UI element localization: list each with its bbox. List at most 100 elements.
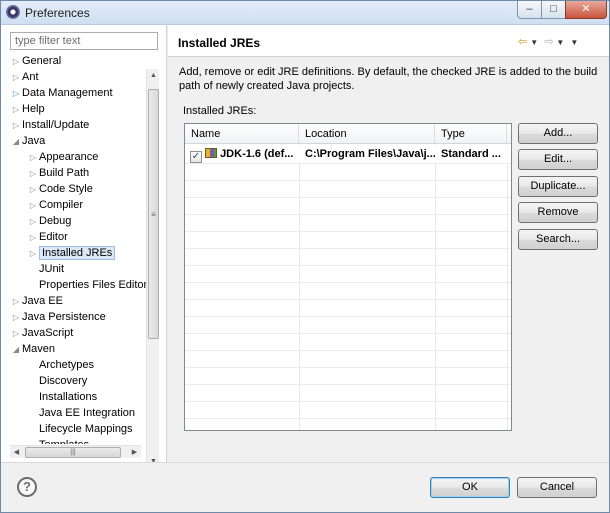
history-navigation: ⇦ ▼ ⇨ ▼ ▼ [518,35,581,48]
tree-horizontal-scrollbar[interactable]: ◀ ||| ▶ [10,445,141,458]
tree-vertical-scrollbar[interactable]: ▲ ≡ ▼ [146,69,159,469]
scroll-thumb-horizontal[interactable]: ||| [25,447,121,458]
column-divider [299,144,300,430]
tree-item[interactable]: ▷ Editor [27,229,68,245]
minimize-button[interactable]: – [517,1,542,19]
left-navigation-panel: ▷General▷Ant▷Data Management▷Help▷Instal… [1,25,167,469]
title-bar[interactable]: Preferences – □ ✕ [1,1,609,25]
tree-item[interactable]: ▷ Installed JREs [27,245,116,262]
expand-toggle-icon[interactable]: ◢ [10,342,22,358]
tree-item[interactable]: JUnit [27,261,64,277]
row-gridline [185,180,511,181]
jre-library-icon [205,148,217,158]
tree-item[interactable]: Properties Files Editor [27,277,146,293]
search-button[interactable]: Search... [518,229,598,250]
row-gridline [185,418,511,419]
scroll-up-icon[interactable]: ▲ [147,69,160,83]
eclipse-icon [6,5,20,19]
tree-item[interactable]: ◢ Maven [10,341,55,357]
expand-toggle-icon[interactable]: ▷ [10,54,22,70]
expand-toggle-icon[interactable]: ▷ [10,102,22,118]
expand-toggle-icon[interactable]: ▷ [27,182,39,198]
tree-item[interactable]: Discovery [27,373,87,389]
tree-item[interactable]: ▷ Java EE [10,293,63,309]
tree-item-label: Data Management [22,87,113,99]
tree-item-label: Appearance [39,151,99,163]
expand-toggle-icon[interactable]: ▷ [27,198,39,214]
tree-item-label: Java EE [22,295,63,307]
page-description: Add, remove or edit JRE definitions. By … [179,66,598,92]
expand-toggle-icon[interactable]: ▷ [10,310,22,326]
expand-toggle-icon[interactable]: ◢ [10,134,22,150]
expand-toggle-icon[interactable]: ▷ [10,326,22,342]
tree-item-label: Editor [39,231,68,243]
expand-toggle-icon[interactable]: ▷ [10,86,22,102]
jre-name: JDK-1.6 (def... [220,148,294,160]
forward-dropdown-icon[interactable]: ▼ [556,38,564,47]
scroll-left-icon[interactable]: ◀ [10,446,23,459]
tree-item[interactable]: ▷ Install/Update [10,117,89,133]
duplicate-button[interactable]: Duplicate... [518,176,598,197]
remove-button[interactable]: Remove [518,202,598,223]
tree-item-label: Java [22,135,46,147]
filter-input[interactable] [10,32,158,50]
maximize-button[interactable]: □ [541,1,566,19]
tree-item[interactable]: ▷ JavaScript [10,325,73,341]
expand-toggle-icon[interactable]: ▷ [27,246,39,262]
tree-item[interactable]: Lifecycle Mappings [27,421,133,437]
column-header-name[interactable]: Name [185,124,299,144]
window-title: Preferences [25,6,90,20]
tree-item[interactable]: ▷ Debug [27,213,72,230]
row-gridline [185,163,511,164]
tree-item[interactable]: ▷ Compiler [27,197,83,213]
row-gridline [185,350,511,351]
tree-item[interactable]: Java EE Integration [27,405,135,421]
back-arrow-icon[interactable]: ⇦ [518,36,527,48]
add-button[interactable]: Add... [518,123,598,144]
tree-item[interactable]: ▷ Appearance [27,149,98,165]
ok-button[interactable]: OK [430,477,510,498]
expand-toggle-icon[interactable]: ▷ [27,166,39,182]
forward-arrow-icon[interactable]: ⇨ [544,36,553,48]
expand-toggle-icon[interactable]: ▷ [27,230,39,246]
tree-item[interactable]: Templates [27,437,89,444]
tree-item[interactable]: ▷ Data Management [10,85,113,101]
tree-item[interactable]: ▷ Java Persistence [10,309,106,325]
table-row[interactable]: ✓ JDK-1.6 (def... C:\Program Files\Java\… [185,145,511,163]
expand-toggle-icon[interactable]: ▷ [10,118,22,134]
help-icon[interactable]: ? [17,477,37,497]
tree-item-label: JavaScript [22,327,74,339]
table-header: Name Location Type [185,124,511,144]
tree-item-label: Properties Files Editor [39,279,146,291]
column-header-type[interactable]: Type [435,124,507,144]
cell-name: ✓ JDK-1.6 (def... [185,145,299,163]
expand-toggle-icon[interactable]: ▷ [27,150,39,166]
row-gridline [185,299,511,300]
page-title: Installed JREs [178,36,261,50]
edit-button[interactable]: Edit... [518,149,598,170]
tree-item[interactable]: ▷ Build Path [27,165,89,181]
expand-toggle-icon[interactable]: ▷ [10,294,22,310]
tree-item[interactable]: Installations [27,389,97,405]
tree-item-label: Code Style [39,183,93,195]
tree-item[interactable]: ▷ Code Style [27,181,93,197]
scroll-thumb[interactable]: ≡ [148,89,159,339]
view-menu-icon[interactable]: ▼ [570,38,578,47]
tree-item-label: Lifecycle Mappings [39,423,133,435]
expand-toggle-icon[interactable]: ▷ [10,70,22,86]
tree-item-label: Installations [39,391,98,403]
tree-item[interactable]: ◢ Java [10,133,45,149]
tree-item[interactable]: ▷ Help [10,101,45,117]
back-dropdown-icon[interactable]: ▼ [530,38,538,47]
expand-toggle-icon[interactable]: ▷ [27,214,39,230]
default-jre-checkbox[interactable]: ✓ [190,151,202,163]
cancel-button[interactable]: Cancel [517,477,597,498]
tree-item[interactable]: ▷ Ant [10,69,39,85]
tree-item[interactable]: ▷ General [10,53,61,69]
scroll-right-icon[interactable]: ▶ [128,446,141,459]
tree-item[interactable]: Archetypes [27,357,94,373]
column-divider [435,144,436,430]
tree-item-label: Ant [22,71,39,83]
close-button[interactable]: ✕ [565,1,607,19]
column-header-location[interactable]: Location [299,124,435,144]
